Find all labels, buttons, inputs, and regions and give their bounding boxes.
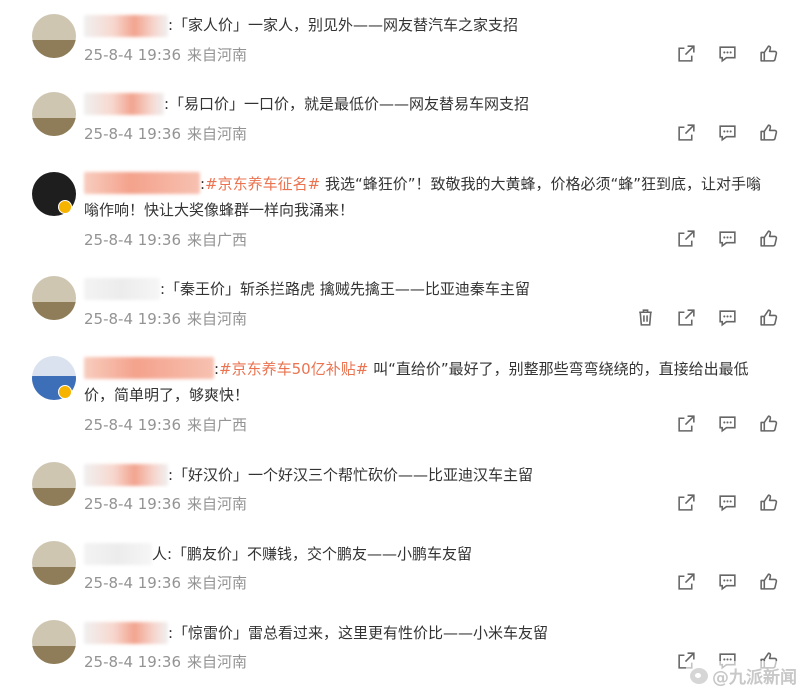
comment-location: 来自广西: [187, 416, 248, 434]
comment-location: 来自河南: [187, 653, 248, 671]
comment-location: 来自广西: [187, 231, 248, 249]
thumbs-up-icon[interactable]: [758, 43, 779, 64]
comment-meta: 25-8-4 19:36 来自广西: [84, 414, 253, 435]
comment-icon[interactable]: [717, 571, 738, 592]
verified-badge-icon: [58, 200, 72, 214]
blurred-username: [84, 93, 164, 115]
blurred-username: [84, 15, 168, 37]
watermark: @九派新闻: [686, 661, 801, 690]
comment-icon[interactable]: [717, 122, 738, 143]
thumbs-up-icon[interactable]: [758, 307, 779, 328]
comment-text: 人:「鹏友价」不赚钱，交个鹏友——小鹏车友留: [152, 545, 473, 563]
avatar[interactable]: [32, 14, 76, 58]
comment-text: :「易口价」一口价，就是最低价——网友替易车网支招: [164, 95, 530, 113]
weibo-logo-icon: [690, 667, 708, 684]
blurred-username: [84, 278, 160, 300]
avatar[interactable]: [32, 541, 76, 585]
topic-tag[interactable]: #京东养车50亿补贴#: [219, 360, 368, 378]
comment-meta: 25-8-4 19:36 来自河南: [84, 44, 253, 65]
blurred-username: [84, 622, 168, 644]
verified-badge-icon: [58, 385, 72, 399]
share-icon[interactable]: [676, 228, 697, 249]
comment-date: 25-8-4 19:36: [84, 231, 181, 249]
avatar[interactable]: [32, 462, 76, 506]
comment-icon[interactable]: [717, 413, 738, 434]
comment-location: 来自河南: [187, 46, 248, 64]
comment-icon[interactable]: [717, 492, 738, 513]
comment-location: 来自河南: [187, 125, 248, 143]
share-icon[interactable]: [676, 43, 697, 64]
comment-text: :「惊雷价」雷总看过来，这里更有性价比——小米车友留: [168, 624, 549, 642]
comment-icon[interactable]: [717, 307, 738, 328]
comment-meta: 25-8-4 19:36 来自广西: [84, 229, 253, 250]
comment-meta: 25-8-4 19:36 来自河南: [84, 572, 253, 593]
comment-actions: [676, 491, 779, 513]
comment-meta: 25-8-4 19:36 来自河南: [84, 308, 253, 329]
comment-actions: [676, 570, 779, 592]
avatar[interactable]: [32, 92, 76, 136]
share-icon[interactable]: [676, 571, 697, 592]
avatar[interactable]: [32, 276, 76, 320]
blurred-username: [84, 464, 168, 486]
share-icon[interactable]: [676, 413, 697, 434]
comment-location: 来自河南: [187, 574, 248, 592]
comment-meta: 25-8-4 19:36 来自河南: [84, 651, 253, 672]
comment-date: 25-8-4 19:36: [84, 653, 181, 671]
share-icon[interactable]: [676, 122, 697, 143]
comment-text: :#京东养车征名# 我选“蜂狂价”！致敬我的大黄蜂，价格必须“蜂”狂到底，让对手…: [84, 175, 762, 219]
comment-actions: [676, 42, 779, 64]
thumbs-up-icon[interactable]: [758, 571, 779, 592]
comment-text: :「好汉价」一个好汉三个帮忙砍价——比亚迪汉车主留: [168, 466, 534, 484]
share-icon[interactable]: [676, 307, 697, 328]
comment-location: 来自河南: [187, 495, 248, 513]
thumbs-up-icon[interactable]: [758, 492, 779, 513]
comment-date: 25-8-4 19:36: [84, 574, 181, 592]
comment-meta: 25-8-4 19:36 来自河南: [84, 123, 253, 144]
comment-actions: [676, 412, 779, 434]
comment-date: 25-8-4 19:36: [84, 46, 181, 64]
comment-icon[interactable]: [717, 228, 738, 249]
avatar[interactable]: [32, 620, 76, 664]
comment-text: :#京东养车50亿补贴# 叫“直给价”最好了，别整那些弯弯绕绕的，直接给出最低价…: [84, 360, 749, 404]
trash-icon[interactable]: [635, 307, 656, 328]
blurred-username: [84, 543, 152, 565]
topic-tag[interactable]: #京东养车征名#: [205, 175, 320, 193]
comment-location: 来自河南: [187, 310, 248, 328]
watermark-text: @九派新闻: [712, 668, 797, 688]
comment-text: :「秦王价」斩杀拦路虎 擒贼先擒王——比亚迪秦车主留: [160, 280, 530, 298]
comment-date: 25-8-4 19:36: [84, 495, 181, 513]
comment-icon[interactable]: [717, 43, 738, 64]
thumbs-up-icon[interactable]: [758, 122, 779, 143]
share-icon[interactable]: [676, 492, 697, 513]
thumbs-up-icon[interactable]: [758, 413, 779, 434]
comment-body: 我选“蜂狂价”！致敬我的大黄蜂，价格必须“蜂”狂到底，让对手嗡嗡作响！快让大奖像…: [84, 175, 762, 219]
comment-actions: [676, 227, 779, 249]
comment-date: 25-8-4 19:36: [84, 416, 181, 434]
comment-meta: 25-8-4 19:36 来自河南: [84, 493, 253, 514]
comment-date: 25-8-4 19:36: [84, 125, 181, 143]
thumbs-up-icon[interactable]: [758, 228, 779, 249]
comment-date: 25-8-4 19:36: [84, 310, 181, 328]
comment-body: 叫“直给价”最好了，别整那些弯弯绕绕的，直接给出最低价，简单明了，够爽快！: [84, 360, 749, 404]
comment-text: :「家人价」一家人，别见外——网友替汽车之家支招: [168, 16, 519, 34]
comment-actions: [635, 306, 779, 328]
comment-actions: [676, 121, 779, 143]
